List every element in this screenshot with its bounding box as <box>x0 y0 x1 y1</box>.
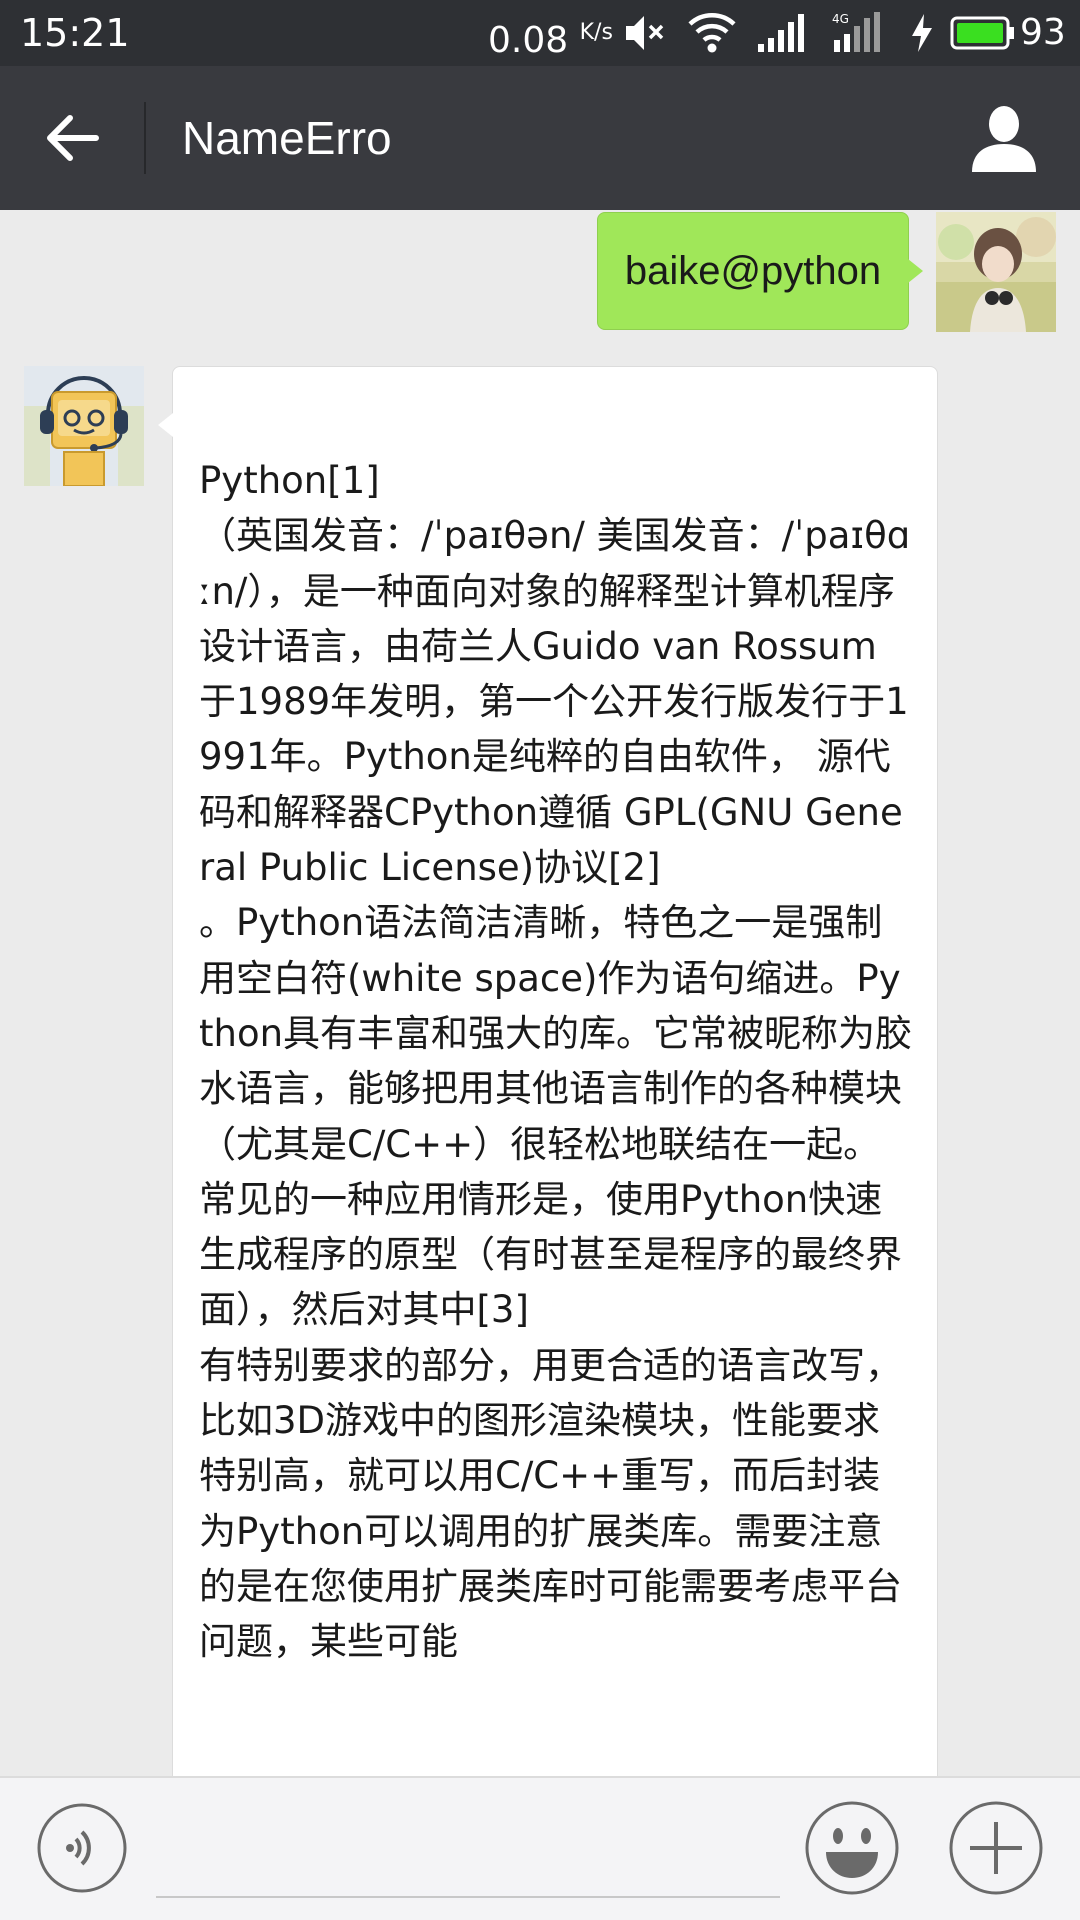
signal-icon <box>756 10 810 60</box>
wifi-icon <box>688 10 736 60</box>
battery-level: 93 <box>1020 12 1066 53</box>
voice-icon <box>37 1803 127 1893</box>
4g-signal-icon: 4G <box>830 10 888 60</box>
charging-icon <box>908 10 936 60</box>
status-bar: 15:21 0.08 K/s 4G 93 <box>0 0 1080 66</box>
message-input[interactable] <box>156 1798 780 1898</box>
plus-icon <box>949 1801 1043 1895</box>
back-arrow-icon <box>47 115 99 161</box>
network-speed: 0.08 K/s <box>488 10 613 64</box>
mute-icon <box>622 10 668 60</box>
sent-message-bubble[interactable]: baike@python <box>597 212 923 330</box>
title-bar: NameErro <box>0 66 1080 210</box>
user-avatar[interactable] <box>936 212 1056 332</box>
profile-button[interactable] <box>966 100 1042 176</box>
received-message-bubble[interactable]: Python[1] （英国发音：/ˈpaɪθən/ 美国发音：/ˈpaɪθɑːn… <box>158 366 938 1776</box>
emoji-button[interactable] <box>804 1800 900 1896</box>
voice-button[interactable] <box>36 1802 128 1894</box>
emoji-icon <box>805 1801 899 1895</box>
more-button[interactable] <box>948 1800 1044 1896</box>
chat-title: NameErro <box>182 112 392 164</box>
received-message-text: Python[1] （英国发音：/ˈpaɪθən/ 美国发音：/ˈpaɪθɑːn… <box>199 459 913 1664</box>
robot-avatar[interactable] <box>24 366 144 486</box>
network-speed-unit: K/s <box>579 20 613 45</box>
sent-message-text: baike@python <box>624 249 882 293</box>
back-button[interactable] <box>36 102 108 174</box>
chat-area[interactable]: baike@python Python[1] （英国发音：/ˈpaɪθən/ 美… <box>0 210 1080 1776</box>
status-time: 15:21 <box>20 11 130 55</box>
network-speed-value: 0.08 <box>488 20 569 61</box>
input-bar <box>0 1776 1080 1920</box>
title-divider <box>144 102 146 174</box>
person-icon <box>972 106 1036 172</box>
battery-icon <box>950 10 1016 60</box>
network-type-label: 4G <box>832 12 849 26</box>
